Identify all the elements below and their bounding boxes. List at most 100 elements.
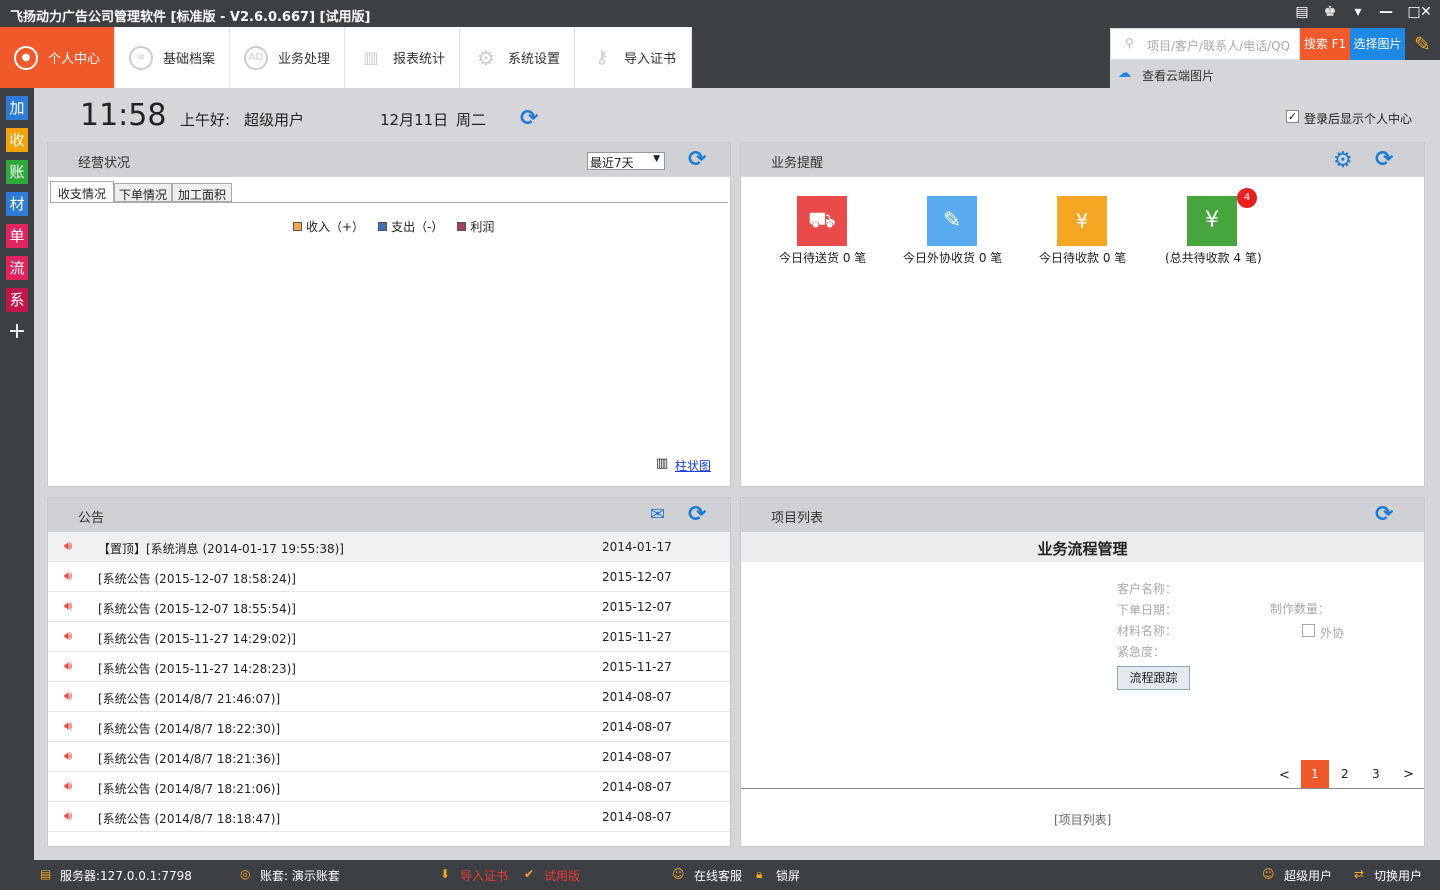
notice-date: 2015-11-27 xyxy=(602,630,672,644)
notes-icon[interactable]: ▤ xyxy=(1288,0,1316,24)
broom-icon[interactable]: ✎ xyxy=(1405,28,1440,60)
notice-row[interactable]: 🔊︎ [系统公告 (2014/8/7 18:22:30)] 2014-08-07 xyxy=(48,712,730,742)
cloud-images-link[interactable]: ☁ 查看云端图片 xyxy=(1110,60,1440,88)
quick-add[interactable]: 加 xyxy=(6,96,28,120)
close-button[interactable]: ✕ xyxy=(1412,0,1440,24)
speaker-icon: 🔊︎ xyxy=(64,749,73,764)
nav-personal-center[interactable]: ● 个人中心 xyxy=(0,27,115,88)
check-icon: ✔ xyxy=(524,867,535,881)
settings-gear-icon[interactable]: ⚙ xyxy=(1333,148,1353,173)
search-button[interactable]: 搜索 F1 xyxy=(1300,28,1350,60)
notice-row[interactable]: 🔊︎ [系统公告 (2015-12-07 18:55:54)] 2015-12-07 xyxy=(48,592,730,622)
page-2[interactable]: 2 xyxy=(1341,767,1349,781)
minimize-button[interactable]: — xyxy=(1372,0,1400,24)
show-personal-label: 登录后显示个人中心 xyxy=(1304,112,1413,126)
notice-row[interactable]: 🔊︎ [系统公告 (2014/8/7 18:21:36)] 2014-08-07 xyxy=(48,742,730,772)
lock-icon: 🔒︎ xyxy=(756,867,763,881)
speaker-icon: 🔊︎ xyxy=(64,599,73,614)
quick-add-more[interactable]: + xyxy=(6,320,28,344)
service-icon: ☺ xyxy=(672,867,685,881)
tab-income[interactable]: 收支情况 xyxy=(50,181,114,202)
outsource-checkbox[interactable] xyxy=(1302,624,1315,637)
panel-title: 项目列表 xyxy=(741,498,1424,532)
page-3[interactable]: 3 xyxy=(1372,767,1380,781)
nav-basic-files[interactable]: ≡ 基础档案 xyxy=(115,27,230,88)
quick-account[interactable]: 账 xyxy=(6,160,28,184)
nav-label: 报表统计 xyxy=(392,52,445,67)
refresh-icon[interactable]: ⟳ xyxy=(520,108,542,130)
search-input[interactable]: ⚲ 项目/客户/联系人/电话/QQ xyxy=(1110,28,1300,60)
notice-text: [系统公告 (2014/8/7 18:18:47)] xyxy=(98,812,281,826)
nav-label: 个人中心 xyxy=(47,52,100,67)
legend-expense: 支出（-） xyxy=(378,218,443,235)
notice-date: 2014-08-07 xyxy=(602,780,672,794)
refresh-icon[interactable]: ⟳ xyxy=(1375,504,1397,526)
tab-divider xyxy=(50,202,728,203)
quick-order[interactable]: 单 xyxy=(6,224,28,248)
list-icon: ≡ xyxy=(128,45,153,70)
import-cert-link[interactable]: 导入证书 xyxy=(460,867,508,884)
notice-row[interactable]: 🔊︎ [系统公告 (2014/8/7 18:18:47)] 2014-08-07 xyxy=(48,802,730,832)
coins-icon: ◎ xyxy=(240,867,251,881)
server-icon: ▤ xyxy=(40,867,52,881)
refresh-icon[interactable]: ⟳ xyxy=(1375,149,1397,171)
speaker-icon: 🔊︎ xyxy=(64,809,73,824)
qty-label: 制作数量： xyxy=(1270,602,1331,616)
skin-icon[interactable]: ♚ xyxy=(1316,0,1344,24)
track-flow-button[interactable]: 流程跟踪 xyxy=(1117,666,1190,690)
user-icon: ☺ xyxy=(1262,867,1275,881)
quick-flow[interactable]: 流 xyxy=(6,256,28,280)
trial-label[interactable]: 试用版 xyxy=(544,867,580,884)
urgency-label: 紧急度： xyxy=(1117,645,1166,659)
yen-coin-icon[interactable]: ¥ xyxy=(1187,196,1237,246)
speaker-icon: 🔊︎ xyxy=(64,539,73,554)
search-placeholder: 项目/客户/联系人/电话/QQ xyxy=(1147,39,1291,53)
cloud-icon: ☁ xyxy=(1118,66,1131,81)
page-1[interactable]: 1 xyxy=(1301,760,1329,788)
notice-row[interactable]: 🔊︎ 【置顶】[系统消息 (2014-01-17 19:55:38)] 2014-0… xyxy=(48,532,730,562)
notice-row[interactable]: 🔊︎ [系统公告 (2015-12-07 18:58:24)] 2015-12-07 xyxy=(48,562,730,592)
search-icon: ⚲ xyxy=(1125,36,1134,50)
tab-area[interactable]: 加工面积 xyxy=(172,183,232,202)
notice-row[interactable]: 🔊︎ [系统公告 (2014/8/7 21:46:07)] 2014-08-07 xyxy=(48,682,730,712)
truck-icon[interactable]: ⛟ xyxy=(797,196,847,246)
quick-system[interactable]: 系 xyxy=(6,288,28,312)
notice-date: 2014-08-07 xyxy=(602,750,672,764)
notice-date: 2014-08-07 xyxy=(602,690,672,704)
nav-label: 系统设置 xyxy=(507,52,560,67)
quick-material[interactable]: 材 xyxy=(6,192,28,216)
add-notice-icon[interactable]: ✉ xyxy=(650,504,665,525)
edit-icon[interactable]: ✎ xyxy=(927,196,977,246)
notice-date: 2015-12-07 xyxy=(602,600,672,614)
notice-row[interactable]: 🔊︎ [系统公告 (2015-11-27 14:29:02)] 2015-11-27 xyxy=(48,622,730,652)
show-personal-checkbox[interactable]: ✓ xyxy=(1286,110,1299,123)
shield-yen-icon[interactable]: ¥ xyxy=(1057,196,1107,246)
menu-icon[interactable]: ▾ xyxy=(1344,0,1372,24)
notice-row[interactable]: 🔊︎ [系统公告 (2014/8/7 18:21:06)] 2014-08-07 xyxy=(48,772,730,802)
online-service[interactable]: 在线客服 xyxy=(694,867,742,884)
tab-orders[interactable]: 下单情况 xyxy=(114,183,172,202)
nav-import-cert[interactable]: ⚷ 导入证书 xyxy=(575,27,692,88)
project-list-footer: [项目列表] xyxy=(1054,813,1112,827)
range-select[interactable]: 最近7天 ▼ xyxy=(587,152,665,170)
notice-text: [系统公告 (2014/8/7 18:21:36)] xyxy=(98,752,281,766)
nav-reports[interactable]: ▥ 报表统计 xyxy=(345,27,460,88)
refresh-icon[interactable]: ⟳ xyxy=(688,504,710,526)
switch-user[interactable]: 切换用户 xyxy=(1374,867,1422,884)
page-prev[interactable]: < xyxy=(1279,768,1290,783)
nav-settings[interactable]: ⚙ 系统设置 xyxy=(460,27,575,88)
quick-receive[interactable]: 收 xyxy=(6,128,28,152)
divider xyxy=(741,788,1424,789)
nav-business[interactable]: AD 业务处理 xyxy=(230,27,345,88)
pick-image-button[interactable]: 选择图片 xyxy=(1350,28,1405,60)
bar-chart-link[interactable]: 柱状图 xyxy=(675,457,711,474)
window-title: 飞扬动力广告公司管理软件 [标准版 - V2.6.0.667] [试用版] xyxy=(10,10,371,25)
lock-screen[interactable]: 锁屏 xyxy=(776,867,800,884)
page-next[interactable]: > xyxy=(1403,767,1414,782)
refresh-icon[interactable]: ⟳ xyxy=(688,149,710,171)
reminder-delivery: 今日待送货 0 笔 xyxy=(779,251,867,265)
notice-row[interactable]: 🔊︎ [系统公告 (2015-11-27 14:28:23)] 2015-11-27 xyxy=(48,652,730,682)
legend-profit: 利润 xyxy=(457,218,494,235)
user-name: 超级用户 xyxy=(244,111,305,129)
nav-label: 业务处理 xyxy=(277,52,330,67)
